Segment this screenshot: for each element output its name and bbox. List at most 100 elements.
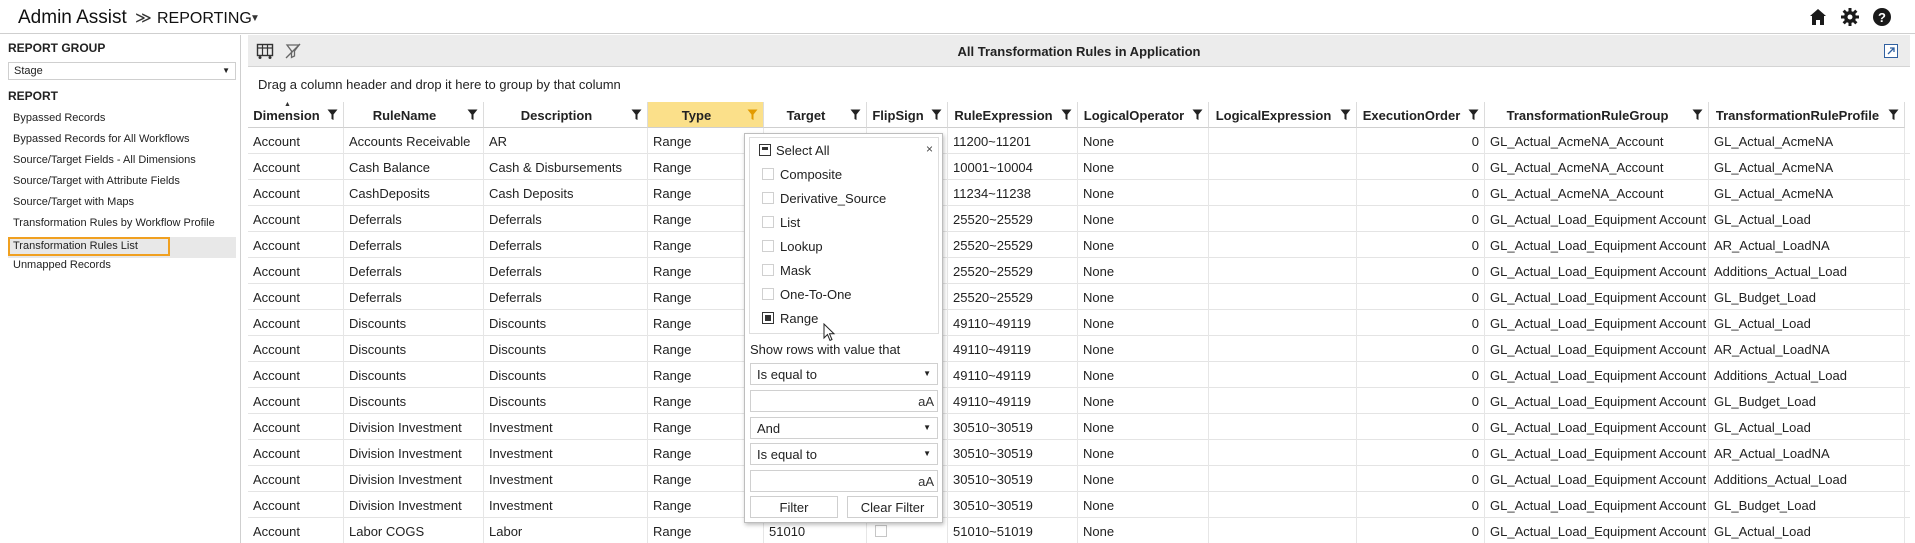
- close-icon[interactable]: ×: [926, 142, 933, 156]
- column-header-target[interactable]: Target: [764, 102, 867, 128]
- table-cell-dimension: Account: [248, 206, 344, 232]
- table-row[interactable]: Account Discounts Discounts Range 49110~4911…: [248, 362, 1910, 388]
- table-row[interactable]: Account Labor COGS Labor Range 51010 51010~51…: [248, 518, 1910, 543]
- checkbox-icon: [762, 288, 774, 300]
- match-case-toggle[interactable]: aA: [918, 394, 934, 409]
- column-header-transformationruleprofile[interactable]: TransformationRuleProfile: [1709, 102, 1905, 128]
- table-row[interactable]: Account Division Investment Investment Rang…: [248, 440, 1910, 466]
- table-row[interactable]: Account Deferrals Deferrals Range 25520~2552…: [248, 232, 1910, 258]
- table-cell-profile: GL_Actual_Load: [1709, 414, 1905, 440]
- filter-option-derivative-source[interactable]: Derivative_Source: [756, 187, 926, 209]
- report-item[interactable]: Bypassed Records for All Workflows: [8, 130, 189, 149]
- filter-value-input-1[interactable]: aA: [750, 390, 938, 412]
- breadcrumb-separator-icon: ≫: [135, 10, 152, 27]
- table-cell-logicalexpression: [1209, 492, 1357, 518]
- breadcrumb-page[interactable]: REPORTING: [157, 10, 252, 28]
- table-cell-rulename: Accounts Receivable: [344, 128, 484, 154]
- table-cell-rulename: Deferrals: [344, 206, 484, 232]
- table-cell-dimension: Account: [248, 388, 344, 414]
- table-row[interactable]: Account Discounts Discounts Range 49110~4911…: [248, 310, 1910, 336]
- filter-option-range[interactable]: Range: [756, 307, 926, 329]
- table-row[interactable]: Account Deferrals Deferrals Range 25520~2552…: [248, 258, 1910, 284]
- filter-icon[interactable]: [1888, 109, 1899, 121]
- table-cell-rulename: Discounts: [344, 388, 484, 414]
- table-cell-ruleexpression: 25520~25529: [948, 258, 1078, 284]
- filter-option-list[interactable]: List: [756, 211, 926, 233]
- table-cell-dimension: Account: [248, 258, 344, 284]
- filter-icon[interactable]: [467, 109, 478, 121]
- report-item[interactable]: Unmapped Records: [8, 256, 170, 275]
- table-row[interactable]: Account Cash Balance Cash & Disbursements R…: [248, 154, 1910, 180]
- column-header-flipsign[interactable]: FlipSign: [867, 102, 948, 128]
- table-cell-executionorder: 0: [1357, 128, 1485, 154]
- table-cell-logicaloperator: None: [1078, 466, 1209, 492]
- filter-active-icon[interactable]: [747, 109, 758, 121]
- table-cell-group: GL_Actual_AcmeNA_Account: [1485, 154, 1709, 180]
- breadcrumb-dropdown-icon[interactable]: ▼: [250, 13, 260, 24]
- table-cell-ruleexpression: 49110~49119: [948, 310, 1078, 336]
- table-cell-logicalexpression: [1209, 310, 1357, 336]
- column-header-transformationrulegroup[interactable]: TransformationRuleGroup: [1485, 102, 1709, 128]
- report-item[interactable]: Bypassed Records: [8, 109, 170, 128]
- table-row[interactable]: Account Division Investment Investment Rang…: [248, 466, 1910, 492]
- filter-option-lookup[interactable]: Lookup: [756, 235, 926, 257]
- filter-option-one-to-one[interactable]: One-To-One: [756, 283, 926, 305]
- table-row[interactable]: Account Deferrals Deferrals Range 25520~2552…: [248, 206, 1910, 232]
- column-header-type[interactable]: Type: [648, 102, 764, 128]
- operator-select-1[interactable]: Is equal to ▼: [750, 363, 938, 385]
- table-row[interactable]: Account Deferrals Deferrals Range 25520~2552…: [248, 284, 1910, 310]
- report-item[interactable]: Source/Target with Attribute Fields: [8, 172, 180, 191]
- filter-icon[interactable]: [1692, 109, 1703, 121]
- logic-operator-select[interactable]: And ▼: [750, 417, 938, 439]
- flipsign-checkbox[interactable]: [875, 525, 887, 537]
- home-icon[interactable]: [1807, 6, 1829, 28]
- table-cell-group: GL_Actual_Load_Equipment Account: [1485, 336, 1709, 362]
- filter-icon[interactable]: [1061, 109, 1072, 121]
- filter-icon[interactable]: [1468, 109, 1479, 121]
- clear-filter-button[interactable]: Clear Filter: [847, 496, 938, 518]
- filter-option-mask[interactable]: Mask: [756, 259, 926, 281]
- group-by-hint[interactable]: Drag a column header and drop it here to…: [258, 77, 621, 92]
- report-group-select[interactable]: Stage ▼: [8, 62, 236, 80]
- filter-icon[interactable]: [631, 109, 642, 121]
- report-item[interactable]: Source/Target with Maps: [8, 193, 170, 212]
- table-row[interactable]: Account CashDeposits Cash Deposits Range 112…: [248, 180, 1910, 206]
- column-header-logicalexpression[interactable]: LogicalExpression: [1209, 102, 1357, 128]
- filter-option-composite[interactable]: Composite: [756, 163, 926, 185]
- match-case-toggle[interactable]: aA: [918, 474, 934, 489]
- export-grid-icon[interactable]: [256, 42, 274, 60]
- filter-button[interactable]: Filter: [750, 496, 838, 518]
- table-row[interactable]: Account Accounts Receivable AR Range 11200~1…: [248, 128, 1910, 154]
- table-cell-profile: GL_Actual_Load: [1709, 518, 1905, 543]
- filter-icon[interactable]: [327, 109, 338, 121]
- column-header-executionorder[interactable]: ExecutionOrder: [1357, 102, 1485, 128]
- filter-value-input-2[interactable]: aA: [750, 470, 938, 492]
- column-header-rulename[interactable]: RuleName: [344, 102, 484, 128]
- table-row[interactable]: Account Division Investment Investment Rang…: [248, 492, 1910, 518]
- column-header-logicaloperator[interactable]: LogicalOperator: [1078, 102, 1209, 128]
- report-group-value: Stage: [14, 65, 43, 77]
- filter-icon[interactable]: [850, 109, 861, 121]
- operator-select-2[interactable]: Is equal to ▼: [750, 443, 938, 465]
- table-row[interactable]: Account Discounts Discounts Range 49110~4911…: [248, 336, 1910, 362]
- report-item[interactable]: Transformation Rules by Workflow Profile: [8, 214, 215, 233]
- table-cell-logicaloperator: None: [1078, 310, 1209, 336]
- table-row[interactable]: Account Discounts Discounts Range 49110~4911…: [248, 388, 1910, 414]
- column-header-description[interactable]: Description: [484, 102, 648, 128]
- table-cell-group: GL_Actual_Load_Equipment Account: [1485, 492, 1709, 518]
- column-header-ruleexpression[interactable]: RuleExpression: [948, 102, 1078, 128]
- table-cell-description: Deferrals: [484, 258, 648, 284]
- report-item-active[interactable]: Transformation Rules List: [8, 237, 170, 256]
- expand-icon[interactable]: [1884, 44, 1898, 58]
- table-row[interactable]: Account Division Investment Investment Rang…: [248, 414, 1910, 440]
- table-cell-description: Investment: [484, 492, 648, 518]
- filter-icon[interactable]: [1192, 109, 1203, 121]
- gear-icon[interactable]: [1839, 6, 1861, 28]
- column-header-dimension[interactable]: ▲ Dimension: [248, 101, 344, 128]
- filter-icon[interactable]: [931, 109, 942, 121]
- report-item[interactable]: Source/Target Fields - All Dimensions: [8, 151, 196, 170]
- help-icon[interactable]: ?: [1871, 6, 1893, 28]
- clear-filter-icon[interactable]: [284, 42, 302, 60]
- select-all-checkbox[interactable]: Select All: [756, 139, 932, 161]
- filter-icon[interactable]: [1340, 109, 1351, 121]
